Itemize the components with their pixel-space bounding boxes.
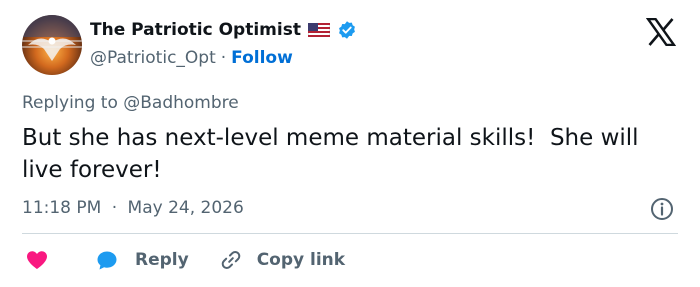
verified-badge-icon — [339, 21, 355, 39]
x-logo-icon[interactable] — [646, 18, 676, 46]
reply-label: Reply — [135, 250, 189, 270]
separator-dot: · — [220, 48, 227, 68]
follow-button[interactable]: Follow — [231, 48, 293, 68]
tweet-timestamp[interactable]: 11:18 PM · May 24, 2026 — [22, 198, 244, 218]
replying-to-line: Replying to @Badhombre — [22, 93, 239, 113]
author-handle-row: @Patriotic_Opt · Follow — [90, 48, 293, 68]
author-handle[interactable]: @Patriotic_Opt — [90, 48, 216, 68]
copy-link-label: Copy link — [256, 250, 346, 270]
action-bar: Reply Copy link — [22, 245, 345, 275]
tweet-date: May 24, 2026 — [127, 198, 244, 218]
us-flag-icon — [307, 23, 330, 37]
heart-icon — [27, 251, 47, 269]
author-name[interactable]: The Patriotic Optimist — [90, 20, 301, 40]
tweet-time: 11:18 PM — [22, 198, 102, 218]
info-icon[interactable] — [650, 197, 674, 221]
link-icon — [221, 251, 240, 269]
reply-button[interactable]: Reply — [95, 248, 189, 272]
replying-prefix: Replying to — [22, 93, 124, 113]
tweet-text: But she has next-level meme material ski… — [22, 125, 646, 183]
reply-bubble-icon — [97, 251, 117, 270]
meta-separator: · — [111, 198, 118, 218]
avatar[interactable] — [22, 15, 82, 75]
replying-to-handle[interactable]: @Badhombre — [123, 93, 238, 113]
divider — [22, 233, 678, 234]
author-name-row: The Patriotic Optimist — [90, 20, 357, 40]
copy-link-button[interactable]: Copy link — [219, 248, 345, 272]
eagle-flag-avatar-icon — [22, 15, 82, 61]
like-button[interactable] — [25, 248, 49, 272]
